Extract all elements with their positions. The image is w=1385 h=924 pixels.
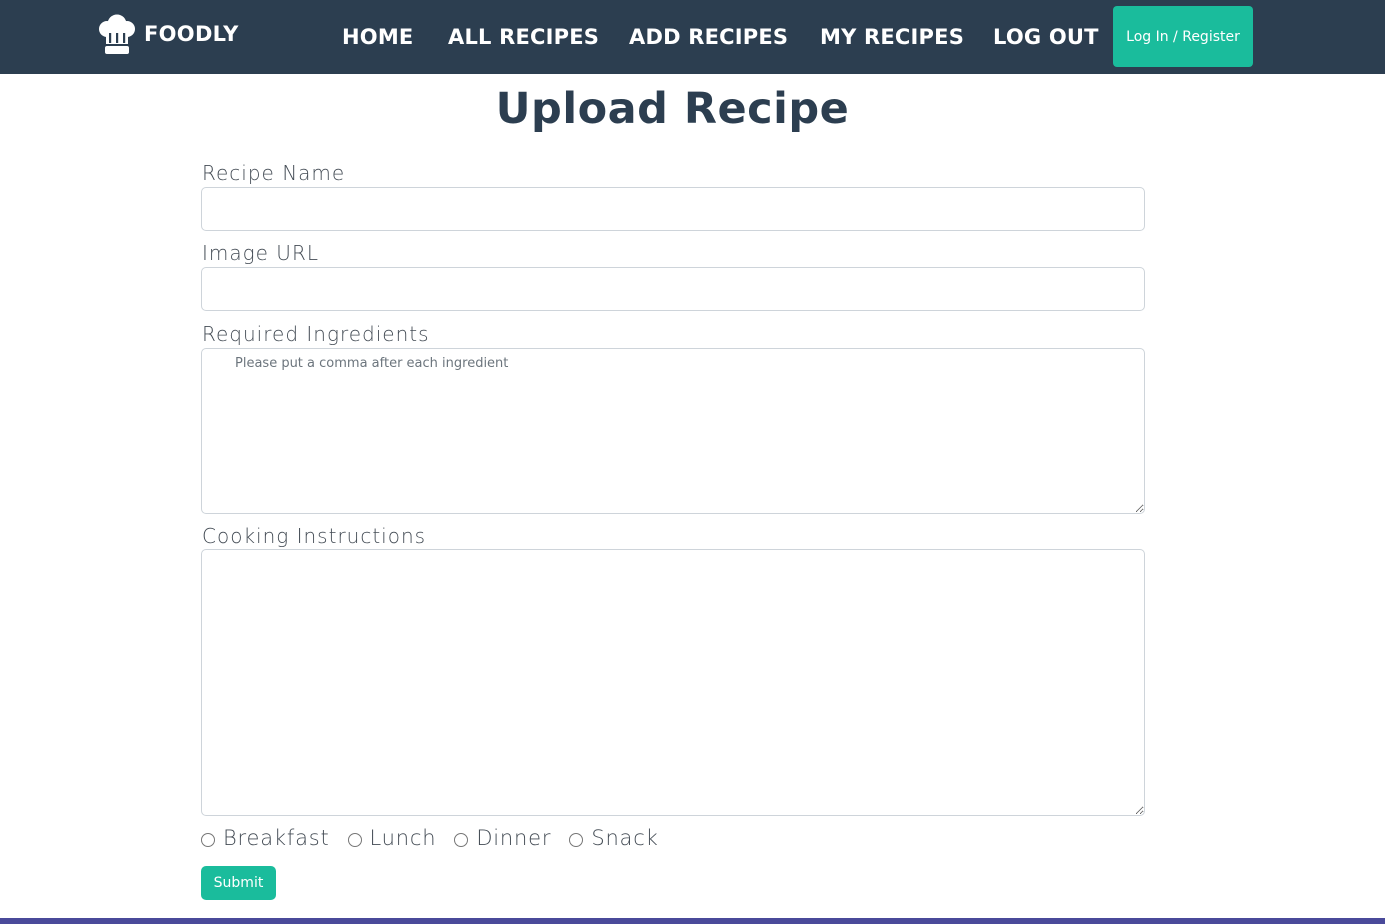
nav-home[interactable]: HOME <box>342 25 413 49</box>
radio-breakfast[interactable]: Breakfast <box>201 826 330 850</box>
login-register-button[interactable]: Log In / Register <box>1113 6 1253 67</box>
recipe-name-label: Recipe Name <box>202 161 346 185</box>
radio-button[interactable] <box>347 833 362 847</box>
radio-label: Snack <box>591 826 659 850</box>
recipe-name-input[interactable] <box>201 187 1145 231</box>
nav-add-recipes[interactable]: ADD RECIPES <box>629 25 788 49</box>
meal-type-radio-group: Breakfast Lunch Dinner Snack <box>201 826 677 850</box>
top-navbar: FOODLY HOME ALL RECIPES ADD RECIPES MY R… <box>0 0 1385 74</box>
nav-log-out[interactable]: LOG OUT <box>993 25 1099 49</box>
radio-button[interactable] <box>569 833 584 847</box>
nav-my-recipes[interactable]: MY RECIPES <box>820 25 964 49</box>
instructions-textarea[interactable] <box>201 549 1145 816</box>
radio-snack[interactable]: Snack <box>569 826 658 850</box>
footer-bar <box>0 918 1385 924</box>
brand-name: FOODLY <box>144 22 239 46</box>
ingredients-textarea[interactable] <box>201 348 1145 514</box>
radio-label: Lunch <box>369 826 437 850</box>
radio-dinner[interactable]: Dinner <box>454 826 551 850</box>
chef-hat-icon <box>99 14 135 54</box>
radio-button[interactable] <box>454 833 469 847</box>
radio-label: Dinner <box>476 826 552 850</box>
brand-logo[interactable]: FOODLY <box>98 14 239 58</box>
submit-button[interactable]: Submit <box>201 866 276 900</box>
instructions-label: Cooking Instructions <box>202 524 427 548</box>
ingredients-label: Required Ingredients <box>202 322 430 346</box>
page-title: Upload Recipe <box>495 84 850 134</box>
image-url-label: Image URL <box>202 241 319 265</box>
radio-button[interactable] <box>201 833 215 847</box>
radio-label: Breakfast <box>223 826 330 850</box>
radio-lunch[interactable]: Lunch <box>347 826 437 850</box>
nav-all-recipes[interactable]: ALL RECIPES <box>448 25 599 49</box>
image-url-input[interactable] <box>201 267 1145 311</box>
